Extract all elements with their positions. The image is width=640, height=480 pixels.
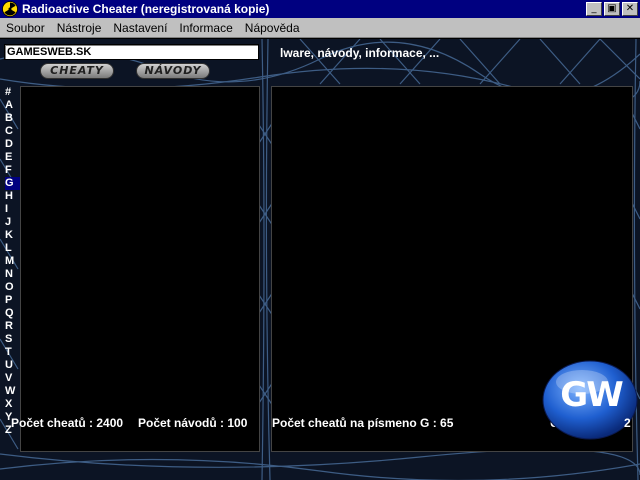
letter-index-item[interactable]: W — [5, 385, 21, 398]
title-bar: Radioactive Cheater (neregistrovaná kopi… — [0, 0, 640, 18]
letter-index-item[interactable]: J — [5, 216, 21, 229]
letter-index-item[interactable]: K — [5, 229, 21, 242]
cheat-list-panel[interactable] — [20, 86, 260, 452]
restore-button[interactable]: ▣ — [604, 2, 620, 16]
status-extra-right: 2 — [624, 416, 631, 430]
minimize-button[interactable]: _ — [586, 2, 602, 16]
letter-index-item[interactable]: T — [5, 346, 21, 359]
status-cheats-total: Počet cheatů : 2400 — [11, 416, 124, 430]
gw-watermark-text: GW — [560, 375, 623, 415]
letter-index-item[interactable]: I — [5, 203, 21, 216]
letter-index-item[interactable]: D — [5, 138, 21, 151]
letter-index-item[interactable]: O — [5, 281, 21, 294]
radioactive-icon — [2, 1, 18, 17]
letter-index-item[interactable]: # — [5, 86, 21, 99]
letter-index-item[interactable]: P — [5, 294, 21, 307]
menu-napoveda[interactable]: Nápověda — [239, 21, 306, 35]
menu-soubor[interactable]: Soubor — [0, 21, 51, 35]
letter-index-item[interactable]: F — [5, 164, 21, 177]
cheaty-button[interactable]: CHEATY — [40, 63, 114, 79]
tagline: lware, návody, informace, ... — [280, 46, 440, 60]
close-button[interactable]: ✕ — [622, 2, 638, 16]
letter-index-item[interactable]: C — [5, 125, 21, 138]
letter-index-item[interactable]: H — [5, 190, 21, 203]
letter-index: # A B C D E F G H I J K L M N O P Q R S T U V W X Y Z — [5, 86, 21, 437]
letter-index-item[interactable]: N — [5, 268, 21, 281]
letter-index-item[interactable]: S — [5, 333, 21, 346]
status-cheats-letter: Počet cheatů na písmeno G : 65 — [272, 416, 454, 430]
letter-index-item[interactable]: Q — [5, 307, 21, 320]
menu-nastroje[interactable]: Nástroje — [51, 21, 108, 35]
window-title: Radioactive Cheater (neregistrovaná kopi… — [22, 2, 270, 16]
letter-index-item[interactable]: L — [5, 242, 21, 255]
letter-index-item[interactable]: V — [5, 372, 21, 385]
letter-index-item[interactable]: M — [5, 255, 21, 268]
letter-index-item[interactable]: R — [5, 320, 21, 333]
letter-index-item[interactable]: A — [5, 99, 21, 112]
menu-bar: Soubor Nástroje Nastavení Informace Nápo… — [0, 18, 640, 38]
menu-nastaveni[interactable]: Nastavení — [107, 21, 173, 35]
status-guides-total: Počet návodů : 100 — [138, 416, 248, 430]
search-input[interactable] — [4, 44, 259, 60]
letter-index-item[interactable]: U — [5, 359, 21, 372]
letter-index-item[interactable]: B — [5, 112, 21, 125]
navody-button[interactable]: NÁVODY — [136, 63, 210, 79]
letter-index-item[interactable]: E — [5, 151, 21, 164]
letter-index-item[interactable]: G — [5, 177, 21, 190]
menu-informace[interactable]: Informace — [173, 21, 238, 35]
letter-index-item[interactable]: X — [5, 398, 21, 411]
